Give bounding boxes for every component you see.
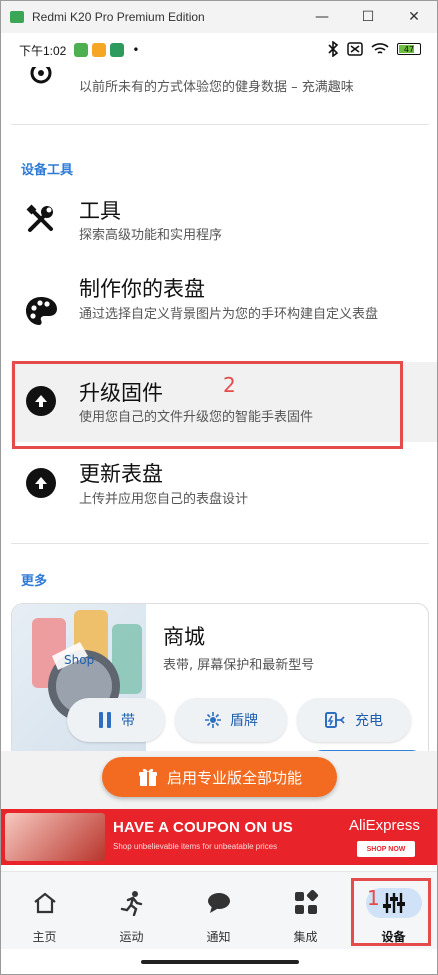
- chat-icon: [207, 893, 230, 913]
- list-item-title: 工具: [79, 199, 121, 223]
- running-icon: [120, 891, 142, 916]
- nav-label: 集成: [293, 930, 318, 944]
- section-header-more: 更多: [21, 574, 48, 589]
- store-button-label: 盾牌: [230, 713, 258, 729]
- store-strap-button[interactable]: 带: [67, 698, 165, 742]
- ad-brand: AliExpress: [349, 817, 420, 834]
- gesture-bar-area: [1, 949, 437, 974]
- nav-item-integrations[interactable]: 集成: [262, 872, 349, 950]
- maximize-button[interactable]: ☐: [345, 1, 391, 33]
- ad-headline: HAVE A COUPON ON US: [113, 819, 293, 836]
- nav-item-notifications[interactable]: 通知: [175, 872, 262, 950]
- shield-icon: [205, 712, 221, 728]
- ad-shop-now-button[interactable]: SHOP NOW: [357, 841, 415, 857]
- device-page-content: 以前所未有的方式体验您的健身数据 – 充满趣味 设备工具 工具 探索高级功能和实…: [1, 67, 437, 871]
- enable-pro-button[interactable]: 启用专业版全部功能: [102, 757, 337, 797]
- no-sim-icon: [347, 42, 363, 56]
- status-bar: 下午1:02 • 47: [1, 33, 437, 67]
- enable-pro-label: 启用专业版全部功能: [166, 768, 302, 787]
- palette-icon: [23, 293, 59, 329]
- nav-label: 通知: [206, 930, 231, 944]
- tools-icon: [23, 201, 59, 237]
- minimize-button[interactable]: —: [299, 1, 345, 33]
- annotation-number-1: 1: [367, 886, 380, 910]
- window-title: Redmi K20 Pro Premium Edition: [32, 10, 205, 24]
- charger-icon: [325, 712, 345, 728]
- status-dot: •: [132, 43, 140, 57]
- annotation-number-2: 2: [223, 373, 236, 397]
- ad-subline: Shop unbelievable items for unbeatable p…: [113, 842, 278, 851]
- notification-app-icon: [74, 43, 89, 57]
- divider: [11, 543, 429, 544]
- store-shield-button[interactable]: 盾牌: [175, 698, 287, 742]
- notification-app-icon: [92, 43, 107, 57]
- notification-shield-icon: [110, 43, 125, 57]
- list-item-make-watchface[interactable]: 制作你的表盘 通过选择自定义背景图片为您的手环构建自定义表盘: [1, 271, 437, 351]
- gift-icon: [138, 768, 157, 786]
- store-button-label: 充电: [355, 713, 383, 729]
- nav-label: 运动: [119, 930, 144, 944]
- list-item-subtitle: 以前所未有的方式体验您的健身数据 – 充满趣味: [79, 80, 354, 95]
- nav-item-home[interactable]: 主页: [1, 872, 88, 950]
- section-header-device-tools: 设备工具: [21, 163, 74, 178]
- upload-arrow-icon: [23, 465, 59, 501]
- store-subtitle: 表带, 屏幕保护和最新型号: [163, 658, 315, 673]
- apps-icon: [294, 890, 318, 914]
- store-charger-button[interactable]: 充电: [297, 698, 411, 742]
- home-gesture-bar[interactable]: [141, 960, 299, 964]
- strap-icon: [99, 712, 111, 728]
- list-item-subtitle: 通过选择自定义背景图片为您的手环构建自定义表盘: [79, 307, 379, 322]
- app-window: Redmi K20 Pro Premium Edition — ☐ ✕ 下午1:…: [0, 0, 438, 975]
- nav-label: 主页: [32, 930, 57, 944]
- list-item-subtitle: 上传并应用您自己的表盘设计: [79, 492, 249, 507]
- annotation-box-2: [12, 361, 403, 449]
- list-item-fitness[interactable]: 以前所未有的方式体验您的健身数据 – 充满趣味: [1, 67, 437, 107]
- store-button-label: 带: [121, 713, 135, 729]
- nav-item-workout[interactable]: 运动: [88, 872, 175, 950]
- list-item-subtitle: 探索高级功能和实用程序: [79, 228, 223, 243]
- annotation-box-1: [351, 878, 431, 946]
- fitness-icon: [23, 67, 59, 91]
- home-icon: [33, 892, 56, 914]
- list-item-title: 制作你的表盘: [79, 277, 205, 301]
- list-item-title: 更新表盘: [79, 462, 163, 486]
- close-button[interactable]: ✕: [391, 1, 437, 33]
- status-time: 下午1:02: [19, 43, 67, 58]
- shop-tag-text: Shop: [64, 653, 94, 667]
- window-titlebar: Redmi K20 Pro Premium Edition — ☐ ✕: [1, 1, 437, 33]
- list-item-tools[interactable]: 工具 探索高级功能和实用程序: [1, 193, 437, 253]
- ad-banner[interactable]: HAVE A COUPON ON US Shop unbelievable it…: [1, 809, 437, 865]
- list-item-update-watchface[interactable]: 更新表盘 上传并应用您自己的表盘设计: [1, 451, 437, 511]
- wifi-icon: [371, 43, 389, 54]
- divider: [11, 124, 429, 125]
- store-title: 商城: [163, 625, 205, 649]
- battery-icon: 47: [397, 43, 421, 55]
- bluetooth-icon: [328, 41, 339, 57]
- app-icon: [10, 11, 24, 23]
- ad-image: [5, 813, 105, 861]
